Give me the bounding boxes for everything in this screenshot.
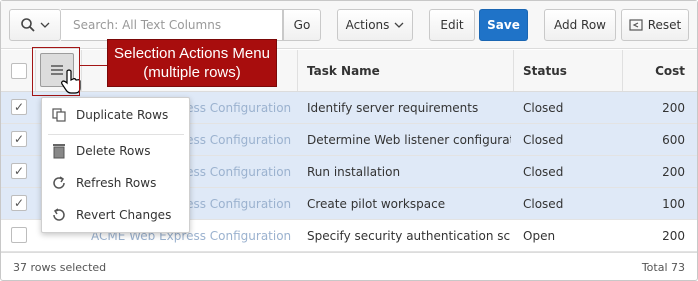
reset-button[interactable]: Reset [621,9,689,41]
reset-label: Reset [647,18,682,32]
task-cell: Create pilot workspace [307,197,446,211]
column-header-task-name[interactable]: Task Name [307,50,380,92]
actions-menu-button[interactable]: Actions [337,9,413,41]
cost-cell: 600 [662,133,685,147]
toolbar: Search: All Text Columns Go Actions Edit… [1,1,697,49]
menu-divider [48,134,184,135]
callout-line-2: (multiple rows) [143,64,241,81]
actions-label: Actions [345,18,390,32]
selection-actions-menu: Duplicate Rows Delete Rows Refresh Rows … [41,97,190,233]
menu-item-duplicate-rows[interactable]: Duplicate Rows [42,101,189,129]
refresh-icon [42,175,76,191]
row-checkbox[interactable]: ✓ [11,195,27,211]
chevron-down-icon [40,21,50,29]
menu-item-revert-changes[interactable]: Revert Changes [42,201,189,229]
row-checkbox[interactable]: ✓ [11,99,27,115]
row-checkbox[interactable] [11,227,27,243]
callout-line-1: Selection Actions Menu [114,45,270,62]
go-button[interactable]: Go [283,9,321,41]
reset-icon [629,18,643,32]
cost-cell: 200 [662,165,685,179]
grid-footer: 37 rows selected Total 73 [1,252,697,281]
hand-cursor-icon [61,69,83,95]
task-cell: Run installation [307,165,401,179]
search-icon [20,17,36,33]
row-checkbox[interactable]: ✓ [11,131,27,147]
callout-label: Selection Actions Menu (multiple rows) [107,39,277,87]
menu-item-label: Delete Rows [76,144,151,158]
cost-cell: 200 [662,101,685,115]
status-cell: Closed [523,165,564,179]
menu-item-label: Duplicate Rows [76,108,169,122]
save-button[interactable]: Save [479,9,528,41]
grid-header: Task Name Status Cost [1,50,697,92]
row-checkbox[interactable]: ✓ [11,163,27,179]
trash-icon [42,143,76,159]
column-header-cost[interactable]: Cost [623,50,685,92]
cost-cell: 100 [662,197,685,211]
menu-item-delete-rows[interactable]: Delete Rows [42,137,189,165]
callout-connector [80,65,107,66]
status-cell: Closed [523,133,564,147]
duplicate-icon [42,107,76,123]
add-row-button[interactable]: Add Row [544,9,616,41]
task-cell: Determine Web listener configurati... [307,133,511,147]
status-cell: Closed [523,101,564,115]
menu-item-label: Revert Changes [76,208,172,222]
task-cell: Identify server requirements [307,101,479,115]
interactive-grid: Search: All Text Columns Go Actions Edit… [0,0,698,281]
status-cell: Closed [523,197,564,211]
search-column-selector[interactable] [9,9,61,41]
chevron-down-icon [394,21,404,29]
search-input[interactable]: Search: All Text Columns [61,9,283,41]
rows-selected-count: 37 rows selected [13,260,107,274]
status-cell: Open [523,229,556,243]
select-all-checkbox[interactable] [11,63,27,79]
total-count: Total 73 [641,260,685,274]
menu-item-refresh-rows[interactable]: Refresh Rows [42,169,189,197]
column-header-status[interactable]: Status [523,50,567,92]
cost-cell: 200 [662,229,685,243]
menu-item-label: Refresh Rows [76,176,157,190]
revert-icon [42,207,76,223]
task-cell: Specify security authentication sche... [307,229,511,243]
edit-button[interactable]: Edit [429,9,475,41]
